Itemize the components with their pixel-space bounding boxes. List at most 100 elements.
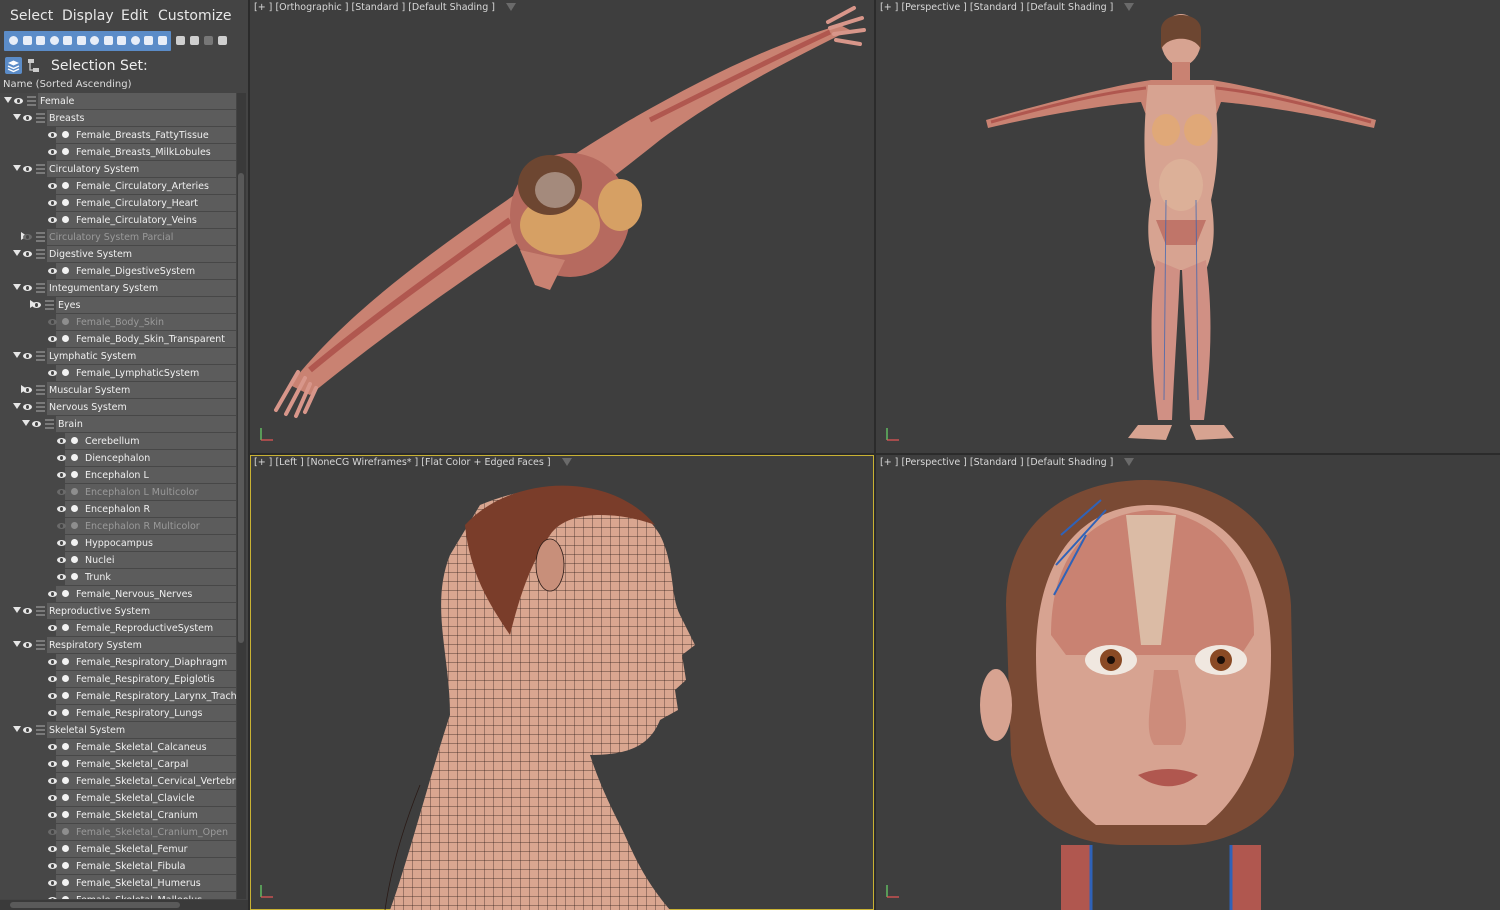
layer-row[interactable]: Reproductive System (0, 603, 236, 620)
visibility-eye-icon[interactable] (57, 472, 66, 478)
display-children-icon[interactable] (176, 36, 185, 45)
layer-row[interactable]: Nervous System (0, 399, 236, 416)
scrollbar-thumb[interactable] (10, 902, 180, 908)
visibility-eye-icon[interactable] (48, 744, 57, 750)
object-row[interactable]: Female_DigestiveSystem (0, 263, 236, 280)
hierarchy-icon[interactable] (27, 58, 42, 73)
collapse-arrow-icon[interactable] (13, 250, 21, 256)
object-row[interactable]: Female_Respiratory_Larynx_Trachea_Bron (0, 688, 236, 705)
visibility-eye-icon[interactable] (48, 812, 57, 818)
object-row[interactable]: Encephalon R Multicolor (0, 518, 236, 535)
visibility-eye-icon[interactable] (48, 149, 57, 155)
select-shapes-icon[interactable] (22, 36, 32, 45)
layer-row[interactable]: Female (0, 93, 236, 110)
object-row[interactable]: Female_Skeletal_Humerus (0, 875, 236, 892)
viewport-orthographic[interactable]: [+ ] [Orthographic ] [Standard ] [Defaul… (250, 0, 874, 453)
object-row[interactable]: Female_Circulatory_Arteries (0, 178, 236, 195)
object-row[interactable]: Female_Breasts_FattyTissue (0, 127, 236, 144)
layer-row[interactable]: Integumentary System (0, 280, 236, 297)
visibility-eye-icon[interactable] (48, 795, 57, 801)
menu-edit[interactable]: Edit (121, 8, 148, 24)
object-row[interactable]: Female_Respiratory_Epiglotis (0, 671, 236, 688)
scrollbar-thumb[interactable] (238, 173, 244, 643)
visibility-eye-icon[interactable] (48, 625, 57, 631)
layers-icon[interactable] (5, 57, 22, 74)
visibility-eye-icon[interactable] (23, 727, 32, 733)
visibility-eye-icon[interactable] (32, 421, 41, 427)
object-row[interactable]: Female_Skeletal_Calcaneus (0, 739, 236, 756)
object-row[interactable]: Female_Skeletal_Carpal (0, 756, 236, 773)
collapse-arrow-icon[interactable] (13, 607, 21, 613)
visibility-eye-icon[interactable] (48, 591, 57, 597)
object-row[interactable]: Female_Respiratory_Diaphragm (0, 654, 236, 671)
visibility-eye-icon[interactable] (23, 387, 32, 393)
object-row[interactable]: Female_Skeletal_Cervical_Vertebra (0, 773, 236, 790)
tree-horizontal-scrollbar[interactable] (0, 900, 248, 910)
visibility-eye-icon[interactable] (23, 608, 32, 614)
object-row[interactable]: Hyppocampus (0, 535, 236, 552)
object-row[interactable]: Female_Skeletal_Malleolus (0, 892, 236, 899)
viewport-perspective-body[interactable]: [+ ] [Perspective ] [Standard ] [Default… (876, 0, 1500, 453)
visibility-eye-icon[interactable] (23, 251, 32, 257)
select-xrefs-icon[interactable] (103, 36, 113, 45)
object-row[interactable]: Female_Body_Skin (0, 314, 236, 331)
select-lights-icon[interactable] (36, 36, 45, 45)
visibility-eye-icon[interactable] (48, 897, 57, 899)
collapse-arrow-icon[interactable] (22, 420, 30, 426)
visibility-eye-icon[interactable] (57, 574, 66, 580)
visibility-eye-icon[interactable] (48, 693, 57, 699)
object-row[interactable]: Encephalon L Multicolor (0, 484, 236, 501)
visibility-eye-icon[interactable] (48, 880, 57, 886)
object-row[interactable]: Female_Skeletal_Fibula (0, 858, 236, 875)
display-none-icon[interactable] (204, 36, 213, 45)
tree-vertical-scrollbar[interactable] (237, 93, 246, 899)
layer-row[interactable]: Circulatory System (0, 161, 236, 178)
visibility-eye-icon[interactable] (32, 302, 41, 308)
visibility-eye-icon[interactable] (48, 336, 57, 342)
object-row[interactable]: Female_Respiratory_Lungs (0, 705, 236, 722)
select-cameras-icon[interactable] (49, 36, 59, 45)
layer-row[interactable]: Brain (0, 416, 236, 433)
layer-row[interactable]: Breasts (0, 110, 236, 127)
collapse-arrow-icon[interactable] (13, 726, 21, 732)
viewport-perspective-face[interactable]: [+ ] [Perspective ] [Standard ] [Default… (876, 455, 1500, 910)
layer-row[interactable]: Skeletal System (0, 722, 236, 739)
select-groups-icon[interactable] (90, 36, 99, 45)
object-row[interactable]: Female_LymphaticSystem (0, 365, 236, 382)
layer-row[interactable]: Eyes (0, 297, 236, 314)
visibility-eye-icon[interactable] (48, 659, 57, 665)
menu-select[interactable]: Select (10, 8, 53, 24)
menu-display[interactable]: Display (62, 8, 114, 24)
visibility-eye-icon[interactable] (48, 370, 57, 376)
visibility-eye-icon[interactable] (57, 489, 66, 495)
object-row[interactable]: Diencephalon (0, 450, 236, 467)
select-particles-icon[interactable] (130, 36, 140, 45)
object-row[interactable]: Female_Nervous_Nerves (0, 586, 236, 603)
visibility-eye-icon[interactable] (48, 846, 57, 852)
layer-row[interactable]: Lymphatic System (0, 348, 236, 365)
visibility-eye-icon[interactable] (57, 438, 66, 444)
object-row[interactable]: Female_ReproductiveSystem (0, 620, 236, 637)
visibility-eye-icon[interactable] (48, 183, 57, 189)
object-row[interactable]: Female_Skeletal_Femur (0, 841, 236, 858)
visibility-eye-icon[interactable] (48, 676, 57, 682)
visibility-eye-icon[interactable] (48, 268, 57, 274)
object-row[interactable]: Cerebellum (0, 433, 236, 450)
select-helpers-icon[interactable] (63, 36, 72, 45)
collapse-arrow-icon[interactable] (13, 165, 21, 171)
object-row[interactable]: Female_Breasts_MilkLobules (0, 144, 236, 161)
visibility-eye-icon[interactable] (23, 234, 32, 240)
visibility-eye-icon[interactable] (48, 829, 57, 835)
visibility-eye-icon[interactable] (48, 200, 57, 206)
select-spacewarps-icon[interactable] (76, 36, 86, 45)
visibility-eye-icon[interactable] (14, 98, 23, 104)
collapse-arrow-icon[interactable] (13, 114, 21, 120)
visibility-eye-icon[interactable] (57, 455, 66, 461)
object-row[interactable]: Female_Body_Skin_Transparent (0, 331, 236, 348)
visibility-eye-icon[interactable] (23, 166, 32, 172)
visibility-eye-icon[interactable] (23, 285, 32, 291)
visibility-eye-icon[interactable] (57, 506, 66, 512)
visibility-eye-icon[interactable] (57, 557, 66, 563)
select-geometry-icon[interactable] (9, 36, 18, 45)
visibility-eye-icon[interactable] (48, 319, 57, 325)
